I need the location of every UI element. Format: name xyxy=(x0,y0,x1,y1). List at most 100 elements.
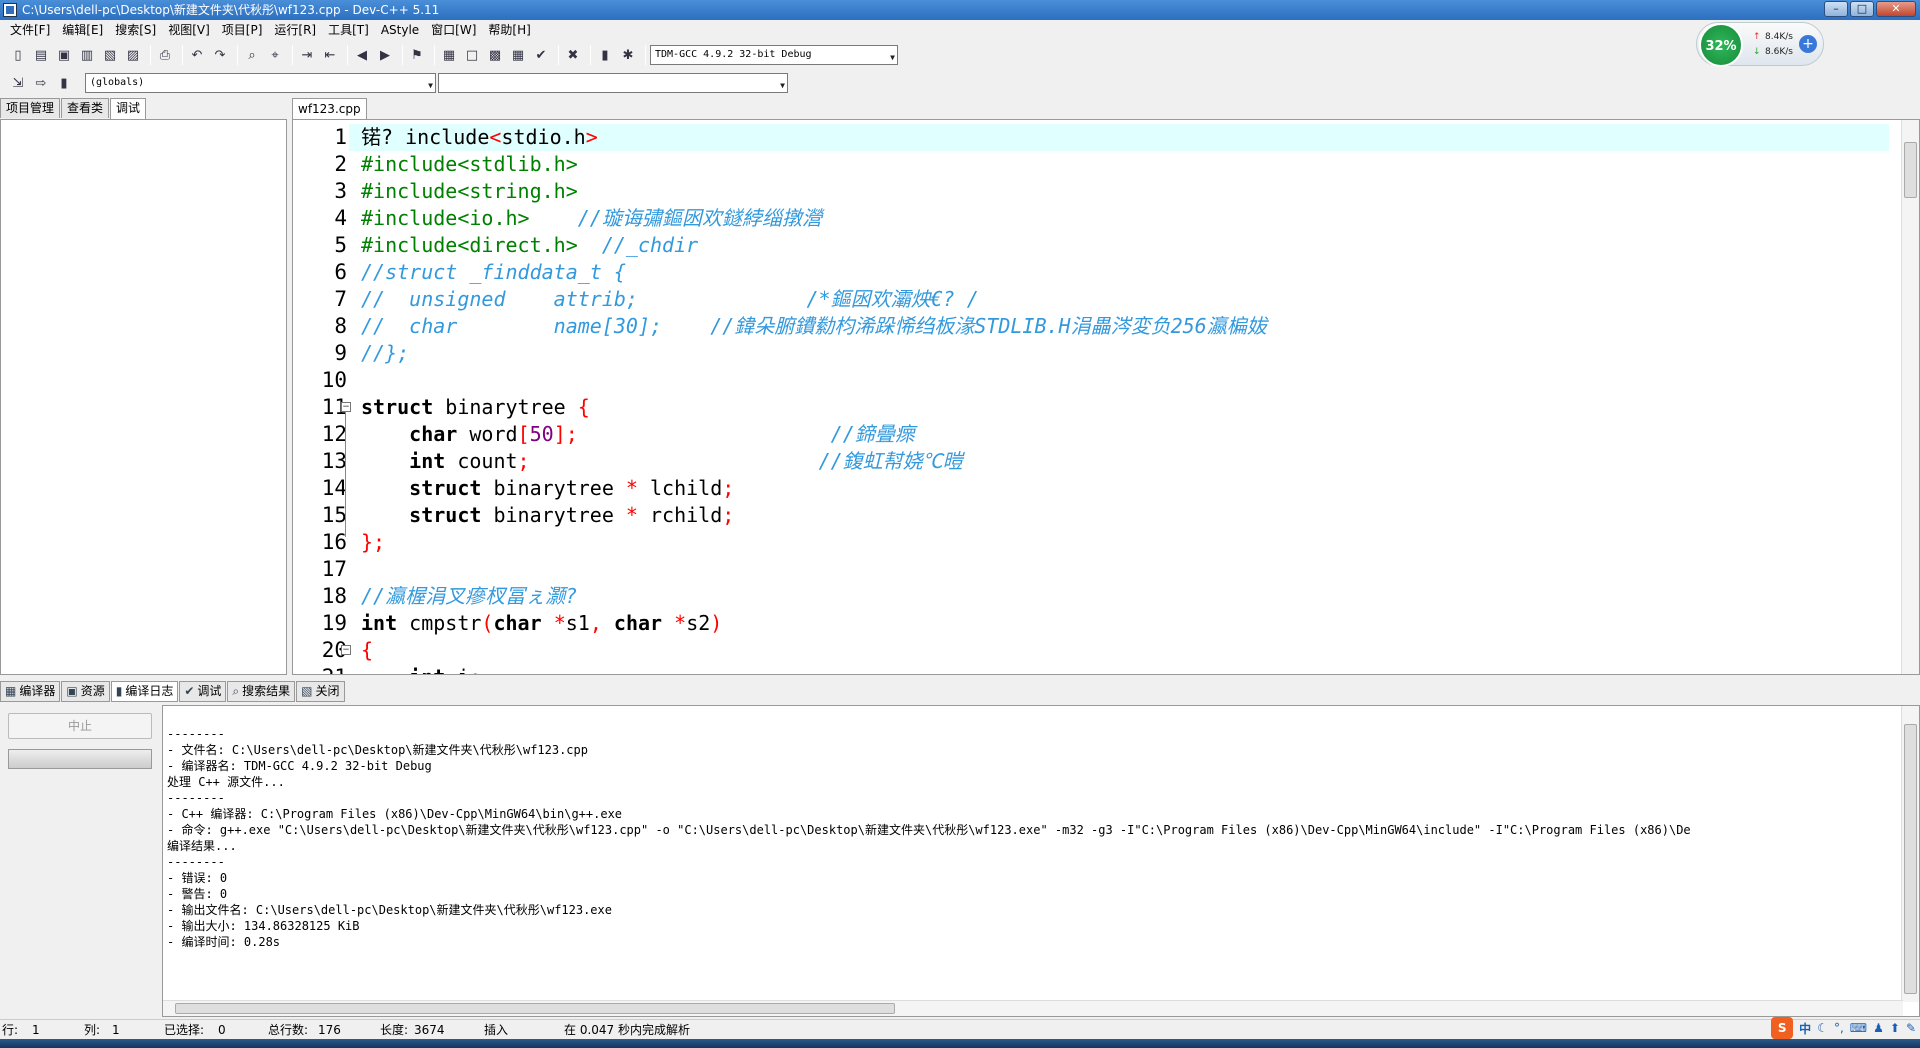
compile-run-icon[interactable]: ▩ xyxy=(485,45,505,65)
fold-collapse-icon[interactable]: − xyxy=(341,645,351,655)
shirt-icon[interactable]: ⬆ xyxy=(1890,1021,1900,1035)
menu-search[interactable]: 搜索[S] xyxy=(109,20,162,40)
menu-tools[interactable]: 工具[T] xyxy=(322,20,375,40)
download-arrow-icon: ↓ xyxy=(1753,47,1761,57)
tab-classes[interactable]: 查看类 xyxy=(61,98,110,118)
chart-icon[interactable]: ▮ xyxy=(595,45,615,65)
tab-project[interactable]: 项目管理 xyxy=(0,98,61,118)
app-icon xyxy=(3,3,17,17)
check-icon[interactable]: ✔ xyxy=(531,45,551,65)
member-select[interactable]: ▼ xyxy=(438,73,788,93)
ime-mode[interactable]: 中 xyxy=(1799,1020,1811,1037)
tab-compiler[interactable]: ▦ 编译器 xyxy=(0,681,61,702)
close-file-icon[interactable]: ▧ xyxy=(100,45,120,65)
title-bar: C:\Users\dell-pc\Desktop\新建文件夹\代秋彤\wf123… xyxy=(0,0,1920,20)
skin-icon[interactable]: ♟ xyxy=(1873,1021,1884,1035)
status-sel: 0 xyxy=(218,1023,226,1037)
keyboard-icon[interactable]: ⌨ xyxy=(1850,1021,1867,1035)
menu-project[interactable]: 项目[P] xyxy=(216,20,269,40)
status-lines-label: 总行数: xyxy=(268,1023,309,1037)
run-icon[interactable]: □ xyxy=(462,45,482,65)
close-button[interactable]: ✕ xyxy=(1876,1,1916,17)
insert-icon[interactable]: ⇲ xyxy=(8,73,28,93)
find-icon[interactable]: ⌕ xyxy=(242,45,262,65)
maximize-button[interactable]: □ xyxy=(1850,1,1874,17)
editor-tab-file[interactable]: wf123.cpp xyxy=(292,98,367,119)
code-line: { xyxy=(361,638,374,662)
close-all-icon[interactable]: ▨ xyxy=(123,45,143,65)
moon-icon[interactable]: ☾ xyxy=(1817,1021,1828,1035)
rebuild-icon[interactable]: ▦ xyxy=(508,45,528,65)
separator xyxy=(558,45,559,65)
save-all-icon[interactable]: ▥ xyxy=(77,45,97,65)
compile-log-text: -------- - 文件名: C:\Users\dell-pc\Desktop\… xyxy=(167,710,1691,982)
menu-run[interactable]: 运行[R] xyxy=(268,20,322,40)
tab-label: 编译器 xyxy=(19,684,56,698)
log-horizontal-scrollbar[interactable] xyxy=(163,1000,1903,1016)
line-number: 19 xyxy=(321,611,347,635)
stop-execution-icon[interactable]: ✖ xyxy=(563,45,583,65)
punctuation-icon[interactable]: °, xyxy=(1834,1021,1844,1035)
tab-search-results[interactable]: ⌕ 搜索结果 xyxy=(227,681,296,702)
editor-vertical-scrollbar[interactable] xyxy=(1901,120,1919,674)
menu-edit[interactable]: 编辑[E] xyxy=(56,20,109,40)
goto-icon[interactable]: ⇨ xyxy=(31,73,51,93)
open-file-icon[interactable]: ▤ xyxy=(31,45,51,65)
save-icon[interactable]: ▣ xyxy=(54,45,74,65)
indent-icon[interactable]: ⇥ xyxy=(297,45,317,65)
back-icon[interactable]: ◀ xyxy=(352,45,372,65)
usage-gauge: 32% xyxy=(1699,23,1743,67)
log-line: - 输出大小: 134.86328125 KiB xyxy=(167,919,360,933)
scrollbar-thumb[interactable] xyxy=(1904,142,1917,198)
separator xyxy=(237,45,238,65)
bookmark-toggle-icon[interactable]: ▮ xyxy=(54,73,74,93)
stop-button[interactable]: 中止 xyxy=(8,713,152,739)
chevron-down-icon: ▼ xyxy=(890,53,895,62)
tab-close[interactable]: ▧ 关闭 xyxy=(296,681,345,702)
plus-icon[interactable]: + xyxy=(1799,35,1817,53)
bookmark-icon[interactable]: ⚑ xyxy=(407,45,427,65)
wrench-icon[interactable]: ✎ xyxy=(1906,1021,1916,1035)
status-row-label: 行: xyxy=(2,1023,19,1037)
line-number: 7 xyxy=(334,287,347,311)
code-line: #include<direct.h> //_chdir xyxy=(361,233,699,257)
new-file-icon[interactable]: ▯ xyxy=(8,45,28,65)
scrollbar-thumb[interactable] xyxy=(1904,724,1917,994)
menu-window[interactable]: 窗口[W] xyxy=(425,20,482,40)
fold-guide xyxy=(345,413,346,537)
tab-label: 编译日志 xyxy=(125,684,174,698)
tab-compile-log[interactable]: ▮ 编译日志 xyxy=(110,681,179,702)
download-speed: 8.6K/s xyxy=(1765,47,1793,57)
code-editor[interactable]: 1 2 3 4 5 6 7 8 9 10 11 12 13 14 15 16 1… xyxy=(292,119,1920,675)
replace-icon[interactable]: ⌖ xyxy=(265,45,285,65)
minimize-button[interactable]: – xyxy=(1824,1,1848,17)
scrollbar-thumb[interactable] xyxy=(175,1003,895,1014)
scope-select[interactable]: (globals) ▼ xyxy=(85,73,436,93)
network-speed-widget[interactable]: 32% ↑ 8.4K/s ↓ 8.6K/s + xyxy=(1696,22,1824,67)
menu-astyle[interactable]: AStyle xyxy=(375,20,425,40)
compile-icon[interactable]: ▦ xyxy=(439,45,459,65)
compiler-select[interactable]: TDM-GCC 4.9.2 32-bit Debug ▼ xyxy=(650,45,898,65)
undo-icon[interactable]: ↶ xyxy=(187,45,207,65)
separator xyxy=(402,45,403,65)
menu-file[interactable]: 文件[F] xyxy=(4,20,56,40)
fold-collapse-icon[interactable]: − xyxy=(341,402,351,412)
unindent-icon[interactable]: ⇤ xyxy=(320,45,340,65)
tab-debug[interactable]: 调试 xyxy=(110,98,147,119)
compiler-value: TDM-GCC 4.9.2 32-bit Debug xyxy=(655,49,812,60)
line-number: 1 xyxy=(334,125,347,149)
log-line: -------- xyxy=(167,791,225,805)
sogou-logo-icon[interactable]: S xyxy=(1771,1017,1794,1039)
line-number: 9 xyxy=(334,341,347,365)
forward-icon[interactable]: ▶ xyxy=(375,45,395,65)
main-toolbar: ▯ ▤ ▣ ▥ ▧ ▨ ⎙ ↶ ↷ ⌕ ⌖ ⇥ ⇤ ◀ ▶ ⚑ ▦ □ ▩ ▦ … xyxy=(0,41,898,69)
compile-log-panel[interactable]: -------- - 文件名: C:\Users\dell-pc\Desktop\… xyxy=(162,705,1920,1017)
print-icon[interactable]: ⎙ xyxy=(155,45,175,65)
menu-help[interactable]: 帮助[H] xyxy=(482,20,536,40)
menu-view[interactable]: 视图[V] xyxy=(162,20,216,40)
redo-icon[interactable]: ↷ xyxy=(210,45,230,65)
tab-resources[interactable]: ▣ 资源 xyxy=(61,681,110,702)
tab-debug-bottom[interactable]: ✔ 调试 xyxy=(179,681,227,702)
debug-icon[interactable]: ✱ xyxy=(618,45,638,65)
log-vertical-scrollbar[interactable] xyxy=(1901,706,1919,1002)
